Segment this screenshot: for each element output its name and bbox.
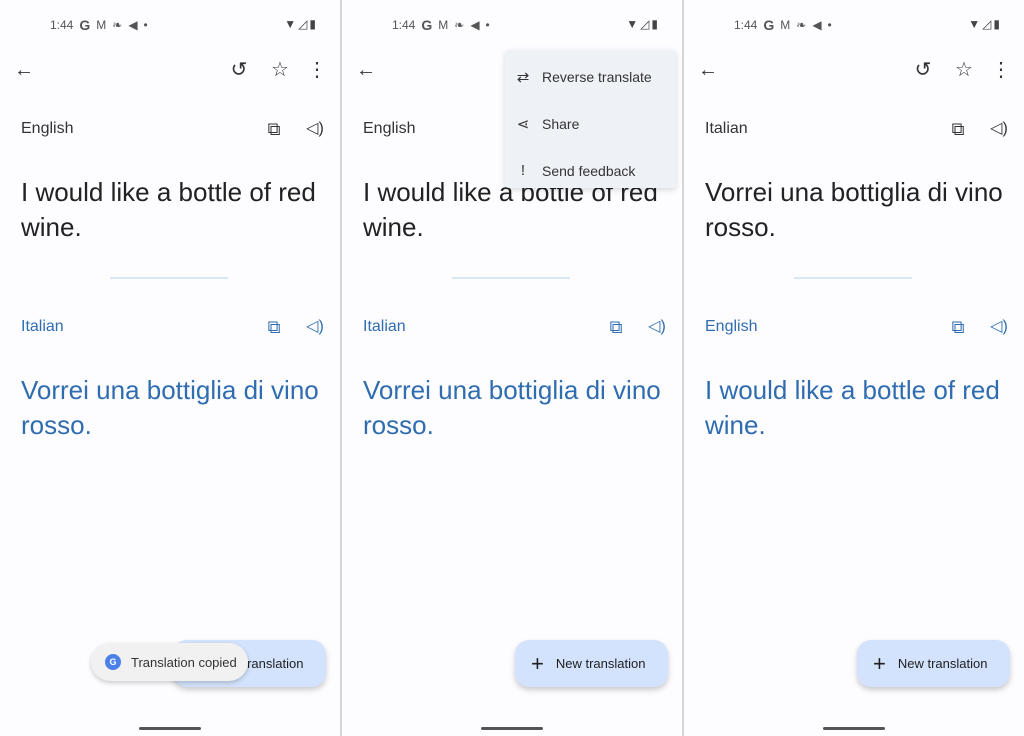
home-indicator[interactable] bbox=[823, 727, 885, 730]
more-icon[interactable]: ⋮ bbox=[989, 60, 1013, 80]
copy-icon[interactable]: ⧉ bbox=[946, 119, 970, 139]
signal-icon: ◿ bbox=[640, 17, 652, 31]
notification-icon: ❧ bbox=[796, 18, 807, 32]
divider bbox=[452, 277, 570, 279]
gmail-icon: M bbox=[96, 18, 107, 32]
menu-item-label: Reverse translate bbox=[542, 68, 652, 85]
battery-icon: ▮ bbox=[651, 17, 660, 31]
dot-icon: • bbox=[827, 18, 832, 32]
notification-icon: ❧ bbox=[112, 18, 123, 32]
google-notification-icon: G bbox=[79, 17, 91, 33]
google-notification-icon: G bbox=[421, 17, 433, 33]
system-icons: ▼◿▮ bbox=[284, 17, 318, 31]
wifi-icon: ▼ bbox=[626, 17, 641, 31]
gmail-icon: M bbox=[438, 18, 449, 32]
target-language: Italian bbox=[21, 318, 64, 335]
target-text[interactable]: Vorrei una bottiglia di vino rosso. bbox=[363, 373, 663, 443]
notification-icon: ❧ bbox=[454, 18, 465, 32]
plus-icon: + bbox=[873, 650, 886, 676]
target-text[interactable]: Vorrei una bottiglia di vino rosso. bbox=[21, 373, 321, 443]
menu-item-label: Send feedback bbox=[542, 162, 636, 179]
menu-item-label: Share bbox=[542, 115, 580, 132]
send-icon: ◀ bbox=[128, 18, 138, 32]
dot-icon: • bbox=[485, 18, 490, 32]
menu-item[interactable]: ! Send feedback bbox=[505, 150, 676, 191]
back-icon[interactable]: ← bbox=[696, 60, 720, 80]
speaker-icon[interactable]: ◁) bbox=[303, 119, 327, 139]
history-icon[interactable]: ↺ bbox=[911, 60, 935, 80]
status-bar: 1:44 G M ❧ ◀ • bbox=[50, 17, 148, 33]
translation-screen: 1:44 G M ❧ ◀ • ▼◿▮ ← ↺ ☆ ⋮ Italian ⧉ ◁) Vorre… bbox=[684, 0, 1024, 736]
signal-icon: ◿ bbox=[982, 17, 994, 31]
divider bbox=[794, 277, 912, 279]
swap-icon: ⇄ bbox=[516, 68, 530, 86]
star-icon[interactable]: ☆ bbox=[268, 60, 292, 80]
home-indicator[interactable] bbox=[481, 727, 543, 730]
clock: 1:44 bbox=[50, 18, 74, 32]
source-text[interactable]: Vorrei una bottiglia di vino rosso. bbox=[705, 175, 1005, 245]
target-language: Italian bbox=[363, 318, 406, 335]
clock: 1:44 bbox=[392, 18, 416, 32]
speaker-icon[interactable]: ◁) bbox=[987, 119, 1011, 139]
google-translate-logo-icon: G bbox=[105, 654, 121, 670]
clock: 1:44 bbox=[734, 18, 758, 32]
system-icons: ▼◿▮ bbox=[626, 17, 660, 31]
target-text[interactable]: I would like a bottle of red wine. bbox=[705, 373, 1005, 443]
plus-icon: + bbox=[531, 650, 544, 676]
send-icon: ◀ bbox=[812, 18, 822, 32]
more-icon[interactable]: ⋮ bbox=[305, 60, 329, 80]
new-translation-button[interactable]: + New translation bbox=[857, 640, 1010, 687]
speaker-icon[interactable]: ◁) bbox=[303, 317, 327, 337]
battery-icon: ▮ bbox=[309, 17, 318, 31]
home-indicator[interactable] bbox=[139, 727, 201, 730]
source-text[interactable]: I would like a bottle of red wine. bbox=[21, 175, 321, 245]
divider bbox=[110, 277, 228, 279]
speaker-icon[interactable]: ◁) bbox=[645, 317, 669, 337]
translation-screen: 1:44GM❧◀• ▼◿▮ ← ↺ ☆ ⋮ English ⧉ ◁) I wou… bbox=[0, 0, 340, 736]
toast: G Translation copied bbox=[91, 643, 248, 681]
source-language: Italian bbox=[705, 120, 748, 137]
copy-icon[interactable]: ⧉ bbox=[946, 317, 970, 337]
menu-item[interactable]: ⇄ Reverse translate bbox=[505, 56, 676, 97]
star-icon[interactable]: ☆ bbox=[952, 60, 976, 80]
battery-icon: ▮ bbox=[993, 17, 1002, 31]
dot-icon: • bbox=[143, 18, 148, 32]
back-icon[interactable]: ← bbox=[12, 60, 36, 80]
history-icon[interactable]: ↺ bbox=[227, 60, 251, 80]
system-icons: ▼◿▮ bbox=[968, 17, 1002, 31]
fab-label: New translation bbox=[897, 656, 988, 671]
status-bar: 1:44 G M ❧ ◀ • bbox=[392, 17, 490, 33]
wifi-icon: ▼ bbox=[968, 17, 983, 31]
fab-label: New translation bbox=[555, 656, 646, 671]
copy-icon[interactable]: ⧉ bbox=[604, 317, 628, 337]
copy-icon[interactable]: ⧉ bbox=[262, 119, 286, 139]
copy-icon[interactable]: ⧉ bbox=[262, 317, 286, 337]
signal-icon: ◿ bbox=[298, 17, 310, 31]
status-bar: 1:44 G M ❧ ◀ • bbox=[734, 17, 832, 33]
overflow-menu: ⇄ Reverse translate ⋖ Share! Send feedback bbox=[505, 50, 676, 188]
speaker-icon[interactable]: ◁) bbox=[987, 317, 1011, 337]
toast-text: Translation copied bbox=[131, 654, 237, 670]
menu-item[interactable]: ⋖ Share bbox=[505, 103, 676, 144]
google-notification-icon: G bbox=[763, 17, 775, 33]
share-icon: ⋖ bbox=[516, 115, 530, 133]
new-translation-button[interactable]: + New translation bbox=[515, 640, 668, 687]
source-language: English bbox=[363, 120, 416, 137]
send-icon: ◀ bbox=[470, 18, 480, 32]
gmail-icon: M bbox=[780, 18, 791, 32]
source-language: English bbox=[21, 120, 74, 137]
target-language: English bbox=[705, 318, 758, 335]
translation-screen: 1:44GM❧◀• ▼◿▮ ← ↺ ☆ ⋮ English ⧉ ◁) I wou… bbox=[342, 0, 682, 736]
back-icon[interactable]: ← bbox=[354, 60, 378, 80]
feedback-icon: ! bbox=[520, 162, 526, 179]
wifi-icon: ▼ bbox=[284, 17, 299, 31]
